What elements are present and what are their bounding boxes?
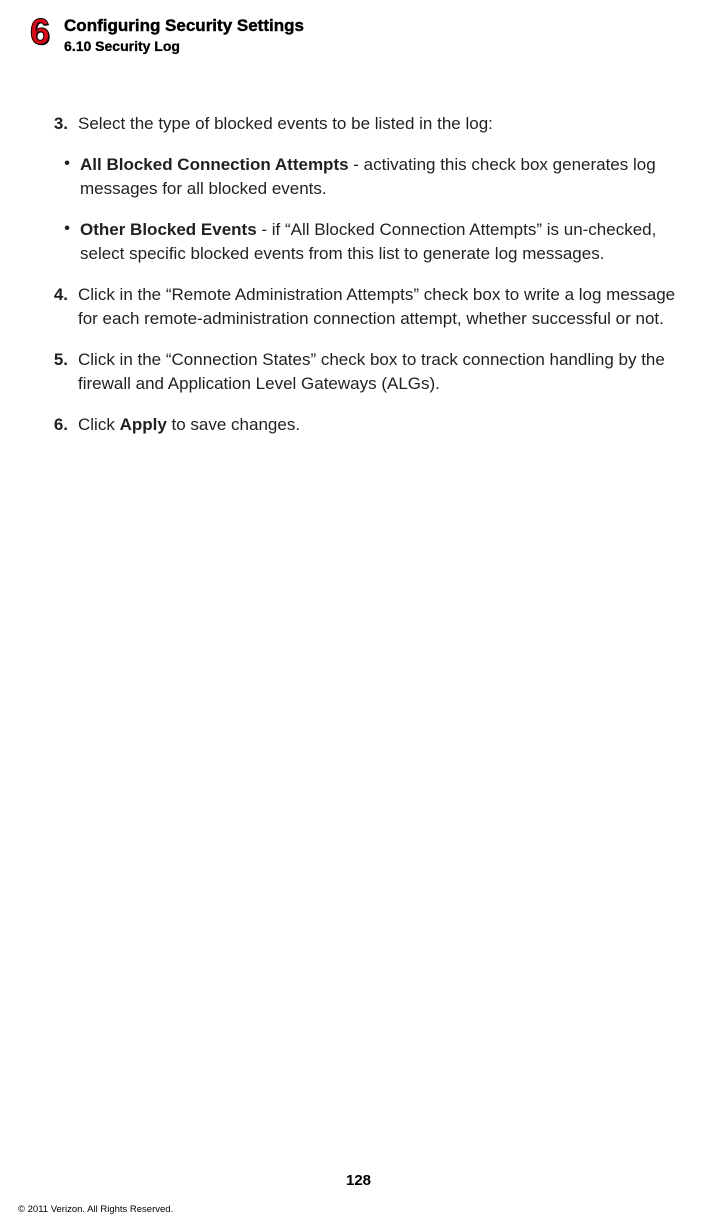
step-bold: Apply (120, 415, 167, 434)
chapter-title: Configuring Security Settings (64, 16, 304, 36)
step-6: 6. Click Apply to save changes. (50, 413, 687, 436)
chapter-number: 6 (30, 14, 50, 50)
bullet-text: Other Blocked Events - if “All Blocked C… (80, 218, 687, 265)
content-body: 3. Select the type of blocked events to … (0, 54, 717, 437)
step-text: Click in the “Connection States” check b… (78, 348, 687, 395)
step-post: to save changes. (167, 415, 300, 434)
step-4: 4. Click in the “Remote Administration A… (50, 283, 687, 330)
step-number: 6. (50, 413, 78, 436)
bullet-text: All Blocked Connection Attempts - activa… (80, 153, 687, 200)
copyright: © 2011 Verizon. All Rights Reserved. (18, 1204, 173, 1215)
bullet-bold: All Blocked Connection Attempts (80, 155, 349, 174)
bullet-dot: • (60, 153, 80, 200)
bullet-other-blocked: • Other Blocked Events - if “All Blocked… (50, 218, 687, 265)
bullet-bold: Other Blocked Events (80, 220, 257, 239)
step-number: 5. (50, 348, 78, 395)
section-title: 6.10 Security Log (64, 38, 304, 54)
step-5: 5. Click in the “Connection States” chec… (50, 348, 687, 395)
step-text: Click in the “Remote Administration Atte… (78, 283, 687, 330)
step-number: 3. (50, 112, 78, 135)
step-text: Click Apply to save changes. (78, 413, 687, 436)
step-3: 3. Select the type of blocked events to … (50, 112, 687, 135)
step-number: 4. (50, 283, 78, 330)
page-number: 128 (0, 1172, 717, 1189)
bullet-all-blocked: • All Blocked Connection Attempts - acti… (50, 153, 687, 200)
bullet-dot: • (60, 218, 80, 265)
step-text: Select the type of blocked events to be … (78, 112, 687, 135)
header-titles: Configuring Security Settings 6.10 Secur… (64, 14, 304, 54)
step-pre: Click (78, 415, 120, 434)
page-header: 6 Configuring Security Settings 6.10 Sec… (0, 0, 717, 54)
